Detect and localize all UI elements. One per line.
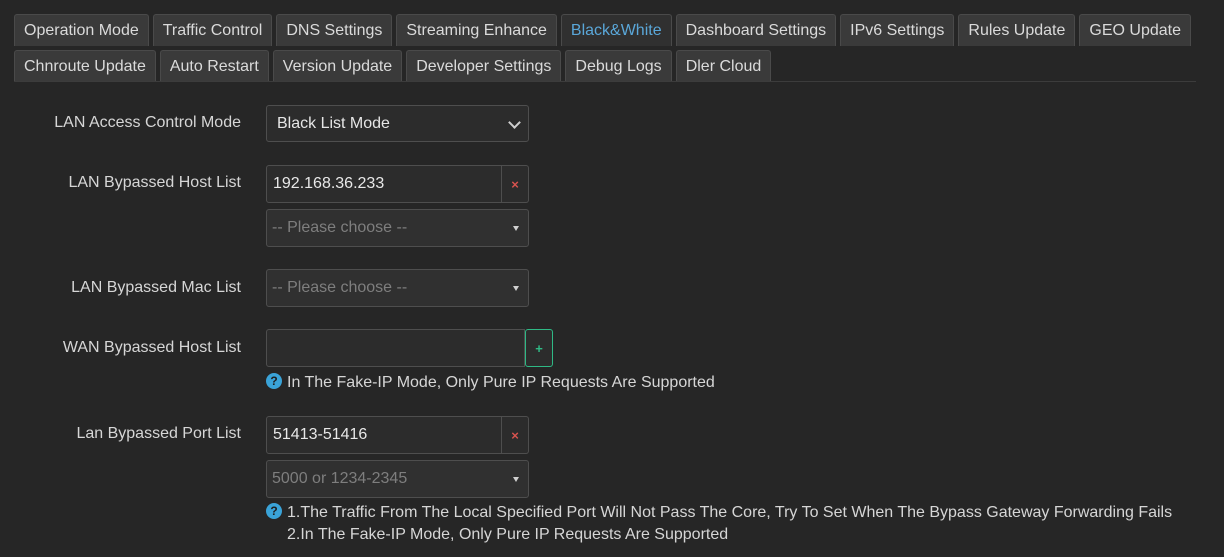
tab-traffic-control[interactable]: Traffic Control [152,14,273,46]
wan-host-hint-text: In The Fake-IP Mode, Only Pure IP Reques… [287,374,715,391]
remove-icon[interactable]: × [502,416,529,454]
tab-rules-update[interactable]: Rules Update [958,14,1076,46]
wan-host-input[interactable] [266,329,525,367]
lan-port-list-label: Lan Bypassed Port List [76,425,241,442]
tab-debug-logs[interactable]: Debug Logs [565,50,672,82]
lan-access-mode-label: LAN Access Control Mode [54,114,241,131]
tab-dashboard-settings[interactable]: Dashboard Settings [675,14,837,46]
help-icon: ? [266,503,282,519]
chevron-down-icon [508,116,521,129]
tab-ipv6-settings[interactable]: IPv6 Settings [840,14,955,46]
tab-dns-settings[interactable]: DNS Settings [276,14,393,46]
wan-host-entry: + [266,329,553,367]
tab-bar-row-2: Chnroute Update Auto Restart Version Upd… [14,50,772,82]
lan-access-mode-select[interactable]: Black List Mode [266,105,529,142]
tab-auto-restart[interactable]: Auto Restart [159,50,269,82]
lan-port-hint-line-1: 1.The Traffic From The Local Specified P… [287,504,1173,521]
help-icon: ? [266,373,282,389]
lan-host-input[interactable]: 192.168.36.233 [266,165,502,203]
remove-icon[interactable]: × [502,165,529,203]
tab-operation-mode[interactable]: Operation Mode [14,14,149,46]
lan-port-new-select[interactable]: 5000 or 1234-2345 [266,460,529,498]
tab-black-white[interactable]: Black&White [560,14,672,46]
lan-host-choose-placeholder: -- Please choose -- [272,219,408,236]
lan-access-mode-value: Black List Mode [277,114,390,132]
lan-host-choose-select[interactable]: -- Please choose -- [266,209,529,247]
lan-mac-list-label: LAN Bypassed Mac List [71,279,241,296]
lan-port-input[interactable]: 51413-51416 [266,416,502,454]
lan-mac-choose-placeholder: -- Please choose -- [272,279,408,296]
wan-host-hint: ? In The Fake-IP Mode, Only Pure IP Requ… [266,372,715,394]
lan-port-hint-line-2: 2.In The Fake-IP Mode, Only Pure IP Requ… [287,526,729,543]
caret-down-icon [513,477,519,482]
tab-geo-update[interactable]: GEO Update [1079,14,1191,46]
lan-host-list-label: LAN Bypassed Host List [68,174,241,191]
tab-developer-settings[interactable]: Developer Settings [406,50,562,82]
lan-host-entry: 192.168.36.233 × [266,165,529,203]
lan-port-entry: 51413-51416 × [266,416,529,454]
lan-port-placeholder: 5000 or 1234-2345 [272,470,408,487]
add-icon[interactable]: + [525,329,553,367]
caret-down-icon [513,286,519,291]
lan-port-hint: ? 1.The Traffic From The Local Specified… [266,502,1172,546]
tab-version-update[interactable]: Version Update [272,50,403,82]
caret-down-icon [513,226,519,231]
tab-bar-row-1: Operation Mode Traffic Control DNS Setti… [14,14,1191,46]
lan-mac-choose-select[interactable]: -- Please choose -- [266,269,529,307]
tab-dler-cloud[interactable]: Dler Cloud [675,50,772,82]
wan-host-list-label: WAN Bypassed Host List [62,339,241,356]
tab-divider [14,81,1196,82]
tab-streaming-enhance[interactable]: Streaming Enhance [396,14,557,46]
tab-chnroute-update[interactable]: Chnroute Update [14,50,156,82]
